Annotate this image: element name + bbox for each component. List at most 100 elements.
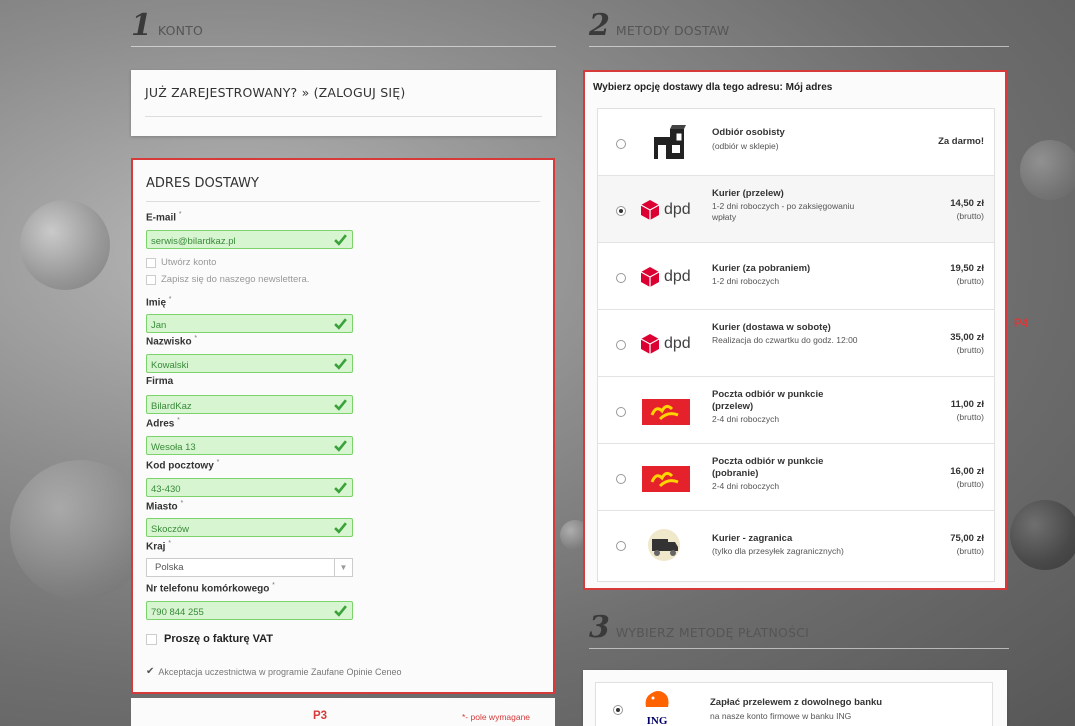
radio-button[interactable] [616,541,626,551]
checkbox[interactable] [146,274,156,285]
payment-name: Zapłać przelewem z dowolnego banku [710,697,883,708]
option-price: 11,00 zł [950,399,984,410]
check-icon [334,605,347,617]
option-price: Za darmo! [938,136,984,147]
vat-invoice-checkbox[interactable]: Proszę o fakturę VAT [146,633,273,645]
payment-option-ing[interactable]: ING Zapłać przelewem z dowolnego banku n… [595,682,993,726]
divider [146,201,540,202]
dpd-cube-icon [640,334,660,354]
section-title: WYBIERZ METODĘ PŁATNOŚCI [615,625,810,640]
radio-button[interactable] [616,407,626,417]
radio-button[interactable] [616,273,626,283]
street-input[interactable] [147,439,352,456]
dpd-logo: dpd [640,190,702,230]
company-label: Firma [146,376,174,387]
dpd-logo: dpd [640,324,702,364]
checkbox[interactable] [146,257,156,268]
option-desc: (tylko dla przesyłek zagranicznych) [712,546,844,556]
radio-button[interactable] [616,206,626,216]
check-icon [334,399,347,411]
street-field[interactable] [146,436,353,456]
option-desc: 1-2 dni roboczych [712,276,780,286]
first-name-field[interactable] [146,314,353,334]
phone-label: Nr telefonu komórkowego * [146,582,275,595]
city-input[interactable] [147,521,352,538]
email-field[interactable] [146,230,353,250]
section-payment-header: 3 WYBIERZ METODĘ PŁATNOŚCI [589,610,809,645]
phone-field[interactable] [146,601,353,621]
login-panel: JUŻ ZAREJESTROWANY? » (ZALOGUJ SIĘ) [131,70,556,136]
shipping-option-post-cod[interactable]: Poczta odbiór w punkcie (pobranie) 2-4 d… [598,444,994,511]
delivery-address-form: ADRES DOSTAWY E-mail * Utwórz konto Zapi… [131,158,555,694]
country-select[interactable]: Polska ▼ [146,558,353,577]
company-field[interactable] [146,395,353,415]
street-label: Adres * [146,417,180,430]
section-number: 3 [589,610,610,645]
poczta-logo [642,466,690,492]
payment-desc: na nasze konto firmowe w banku ING [710,711,852,721]
shipping-option-courier-saturday[interactable]: dpd Kurier (dostawa w sobotę) Realizacja… [598,310,994,377]
radio-button[interactable] [613,705,623,715]
chevron-down-icon[interactable]: ▼ [334,559,352,576]
country-label: Kraj * [146,540,171,553]
phone-input[interactable] [147,604,352,621]
option-name-2: (pobranie) [712,468,759,479]
option-price: 19,50 zł [950,263,984,274]
form-title: ADRES DOSTAWY [146,176,259,191]
option-desc: 2-4 dni roboczych [712,414,780,424]
city-field[interactable] [146,518,353,538]
newsletter-checkbox[interactable]: Zapisz się do naszego newslettera. [146,274,309,285]
email-input[interactable] [147,233,352,250]
check-icon [334,522,347,534]
radio-button[interactable] [616,340,626,350]
section-divider [589,46,1009,47]
option-brutto: (brutto) [956,412,984,422]
login-link[interactable]: JUŻ ZAREJESTROWANY? » (ZALOGUJ SIĘ) [145,85,405,100]
background-ball [1020,140,1075,200]
check-icon[interactable]: ✔ [146,666,154,677]
postcode-field[interactable] [146,478,353,498]
radio-button[interactable] [616,474,626,484]
shipping-methods-panel: Wybierz opcję dostawy dla tego adresu: M… [583,70,1007,590]
option-brutto: (brutto) [956,479,984,489]
lion-icon [645,691,669,707]
last-name-field[interactable] [146,354,353,374]
postcode-label: Kod pocztowy * [146,459,220,472]
option-desc: (odbiór w sklepie) [712,141,779,151]
ing-logo: ING [640,687,674,726]
background-ball [20,200,110,290]
shipping-option-courier-transfer[interactable]: dpd Kurier (przelew) 1-2 dni roboczych -… [598,176,994,243]
shipping-options-list: Odbiór osobisty (odbiór w sklepie) Za da… [597,108,995,582]
shipping-option-pickup[interactable]: Odbiór osobisty (odbiór w sklepie) Za da… [598,109,994,176]
postcode-input[interactable] [147,481,352,498]
ceneo-consent-checkbox[interactable]: ✔ Akceptacja uczestnictwa w programie Zau… [146,666,402,677]
dpd-cube-icon [640,200,660,220]
option-name: Kurier - zagranica [712,533,793,544]
option-desc: Realizacja do czwartku do godz. 12:00 [712,335,858,345]
check-icon [334,234,347,246]
option-price: 35,00 zł [950,332,984,343]
payment-methods-panel: ING Zapłać przelewem z dowolnego banku n… [583,670,1007,726]
shipping-option-international[interactable]: Kurier - zagranica (tylko dla przesyłek … [598,511,994,578]
shipping-heading: Wybierz opcję dostawy dla tego adresu: M… [593,82,833,93]
dpd-cube-icon [640,267,660,287]
checkbox[interactable] [146,633,157,645]
first-name-input[interactable] [147,317,352,334]
first-name-label: Imię * [146,296,172,309]
shipping-option-courier-cod[interactable]: dpd Kurier (za pobraniem) 1-2 dni robocz… [598,243,994,310]
last-name-input[interactable] [147,357,352,374]
shipping-option-post-transfer[interactable]: Poczta odbiór w punkcie (przelew) 2-4 dn… [598,377,994,444]
dpd-logo: dpd [640,257,702,297]
option-brutto: (brutto) [956,345,984,355]
section-konto-header: 1 KONTO [131,8,203,43]
annotation-p3: P3 [313,710,328,722]
option-name: Poczta odbiór w punkcie [712,389,824,400]
company-input[interactable] [147,398,352,415]
option-price: 16,00 zł [950,466,984,477]
radio-button[interactable] [616,139,626,149]
required-note: *- pole wymagane [462,712,531,722]
create-account-checkbox[interactable]: Utwórz konto [146,257,216,268]
section-shipping-header: 2 METODY DOSTAW [589,8,729,43]
check-icon [334,440,347,452]
option-desc: 2-4 dni roboczych [712,481,780,491]
